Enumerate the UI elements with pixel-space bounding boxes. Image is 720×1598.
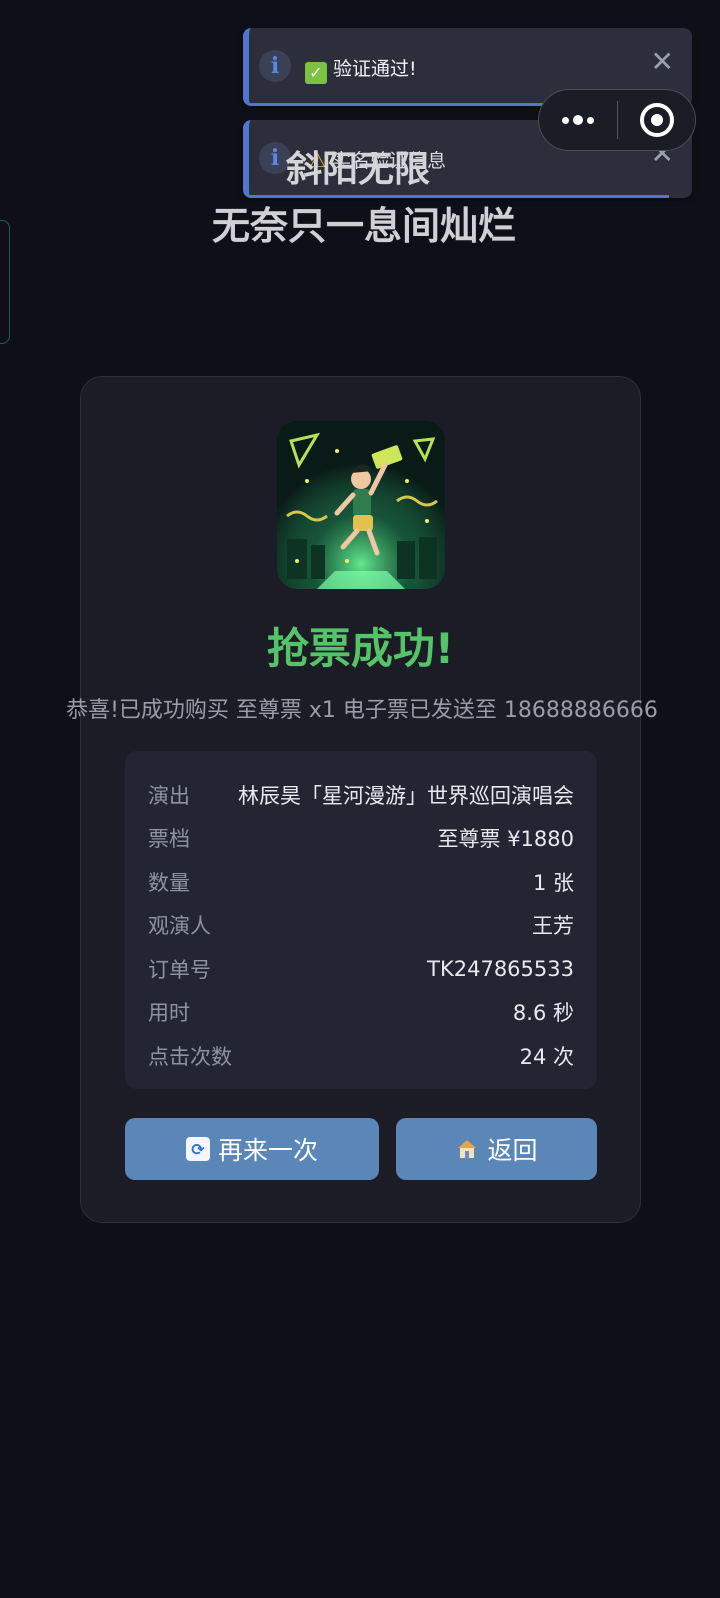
detail-key: 数量 <box>148 870 190 895</box>
try-again-button[interactable]: ⟳ 再来一次 <box>125 1118 379 1180</box>
detail-key: 订单号 <box>148 957 211 982</box>
back-button[interactable]: 返回 <box>396 1118 597 1180</box>
detail-row-order-id: 订单号 TK247865533 <box>148 947 574 991</box>
detail-value: 1 张 <box>532 870 574 895</box>
detail-row-time: 用时 8.6 秒 <box>148 991 574 1035</box>
detail-key: 用时 <box>148 1001 190 1026</box>
title-line-1: 斜阳无限 <box>286 149 431 190</box>
order-details: 演出 林辰昊「星河漫游」世界巡回演唱会 票档 至尊票 ¥1880 数量 1 张 … <box>125 751 597 1089</box>
result-card: 抢票成功! 恭喜!已成功购买 至尊票 x1 电子票已发送至 1868888666… <box>66 376 658 1223</box>
home-icon <box>455 1137 479 1161</box>
check-icon: ✓ <box>305 62 327 84</box>
detail-row-clicks: 点击次数 24 次 <box>148 1034 574 1078</box>
detail-value: TK247865533 <box>427 956 574 981</box>
success-message: 恭喜!已成功购买 至尊票 x1 电子票已发送至 18688886666 <box>66 698 658 723</box>
detail-row-tier: 票档 至尊票 ¥1880 <box>148 817 574 861</box>
detail-value: 至尊票 ¥1880 <box>437 827 574 852</box>
detail-row-show: 演出 林辰昊「星河漫游」世界巡回演唱会 <box>148 773 574 817</box>
concert-poster-image <box>277 421 445 589</box>
detail-value: 林辰昊「星河漫游」世界巡回演唱会 <box>238 783 574 808</box>
detail-key: 点击次数 <box>148 1044 232 1069</box>
try-again-label: 再来一次 <box>217 1136 318 1165</box>
detail-value: 王芳 <box>532 914 574 939</box>
back-label: 返回 <box>487 1136 538 1165</box>
close-icon[interactable]: ✕ <box>651 48 674 76</box>
info-icon: i <box>259 50 291 82</box>
detail-value: 24 次 <box>519 1044 574 1069</box>
detail-row-quantity: 数量 1 张 <box>148 860 574 904</box>
detail-key: 票档 <box>148 827 190 852</box>
side-panel-edge <box>0 220 10 344</box>
detail-key: 演出 <box>148 783 190 808</box>
title-line-2: 无奈只一息间灿烂 <box>212 204 517 248</box>
refresh-icon: ⟳ <box>185 1137 210 1161</box>
detail-key: 观演人 <box>148 914 211 939</box>
close-miniprogram-button[interactable] <box>618 103 695 137</box>
target-icon <box>639 103 674 137</box>
detail-row-attendee: 观演人 王芳 <box>148 904 574 948</box>
miniprogram-capsule <box>538 89 696 151</box>
more-icon[interactable] <box>539 115 617 125</box>
detail-value: 8.6 秒 <box>512 1001 574 1026</box>
success-headline: 抢票成功! <box>266 624 455 673</box>
toast-message: 验证通过! <box>333 58 417 80</box>
